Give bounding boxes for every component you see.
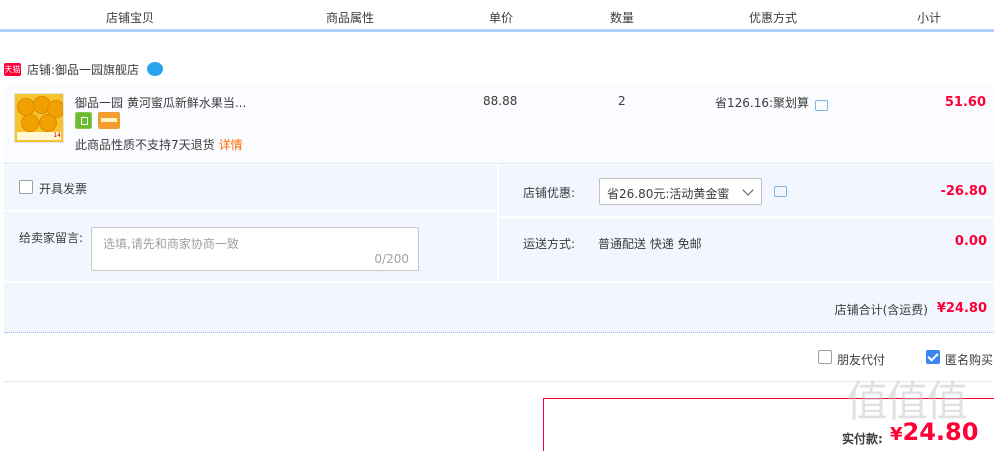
return-policy-notice: 此商品性质不支持7天退货 详情 xyxy=(75,136,243,153)
anonymous-purchase-checkbox[interactable] xyxy=(926,350,940,364)
shipping-label: 运送方式: xyxy=(523,237,576,251)
header-col-attributes: 商品属性 xyxy=(325,11,374,25)
header-col-quantity: 数量 xyxy=(609,11,634,25)
header-col-promotion: 优惠方式 xyxy=(748,11,797,25)
header-col-unit-price: 单价 xyxy=(488,11,513,25)
friend-pay-checkbox[interactable] xyxy=(818,350,832,364)
shop-total-amount: ¥24.80 xyxy=(936,301,987,316)
shipping-amount: 0.00 xyxy=(954,234,987,249)
seller-message-input[interactable]: 选填,请先和商家协商一致 0/200 xyxy=(91,227,419,271)
product-title-link[interactable]: 御品一园 黄河蜜瓜新鲜水果当... xyxy=(75,94,246,111)
watermark-logo: 值值值 xyxy=(846,377,968,426)
shop-label: 店铺: xyxy=(27,62,56,77)
invoice-checkbox[interactable] xyxy=(19,180,33,194)
invoice-label[interactable]: 开具发票 xyxy=(39,180,87,197)
message-icon[interactable] xyxy=(815,100,829,111)
tmall-badge-icon: 天猫 xyxy=(4,62,21,76)
promotion-info: 省126.16:聚划算 xyxy=(715,94,829,111)
credit-card-icon[interactable] xyxy=(98,112,120,129)
shop-coupon-select[interactable]: 省26.80元:活动黄金蜜 xyxy=(599,178,762,205)
wangwang-chat-icon[interactable] xyxy=(147,62,164,76)
seller-message-label: 给卖家留言: xyxy=(19,231,84,245)
shop-coupon-label: 店铺优惠: xyxy=(523,186,576,200)
shop-coupon-selected: 省26.80元:活动黄金蜜 xyxy=(607,187,730,201)
payment-label: 实付款: xyxy=(842,432,883,446)
cart-item-row: 14 御品一园 黄河蜜瓜新鲜水果当... 此商品性质不支持7天退货 详情 88.8… xyxy=(4,84,994,164)
product-thumbnail[interactable]: 14 xyxy=(14,93,64,143)
return-policy-detail-link[interactable]: 详情 xyxy=(219,138,243,152)
quantity: 2 xyxy=(618,94,626,108)
shop-name-link[interactable]: 御品一园旗舰店 xyxy=(55,61,139,78)
shop-total-label: 店铺合计(含运费) xyxy=(834,303,928,317)
coupon-message-icon[interactable] xyxy=(774,186,787,197)
return-policy-text: 此商品性质不支持7天退货 xyxy=(75,138,215,152)
header-col-subtotal: 小计 xyxy=(916,11,941,25)
unit-price: 88.88 xyxy=(483,94,518,108)
shop-coupon-amount: -26.80 xyxy=(940,184,987,199)
service-badges xyxy=(75,112,120,129)
order-extras-panel: 开具发票 给卖家留言: 选填,请先和商家协商一致 0/200 店铺优惠: 省26… xyxy=(4,165,994,333)
header-col-shop-item: 店铺宝贝 xyxy=(105,11,154,25)
friend-pay-label[interactable]: 朋友代付 xyxy=(837,351,885,368)
item-subtotal: 51.60 xyxy=(944,95,986,110)
shipping-method: 普通配送 快递 免邮 xyxy=(598,237,702,251)
seller-message-counter: 0/200 xyxy=(374,252,409,266)
anonymous-purchase-label[interactable]: 匿名购买 xyxy=(945,351,993,368)
guarantee-icon[interactable] xyxy=(75,112,92,129)
promotion-text: 省126.16:聚划算 xyxy=(715,96,810,110)
seller-message-placeholder: 选填,请先和商家协商一致 xyxy=(103,237,239,251)
thumbnail-label: 14 xyxy=(17,132,61,140)
chevron-down-icon xyxy=(742,184,754,196)
cart-table-header: 店铺宝贝 商品属性 单价 数量 优惠方式 小计 xyxy=(0,0,994,32)
shop-line: 天猫 店铺: 御品一园旗舰店 xyxy=(4,60,164,78)
